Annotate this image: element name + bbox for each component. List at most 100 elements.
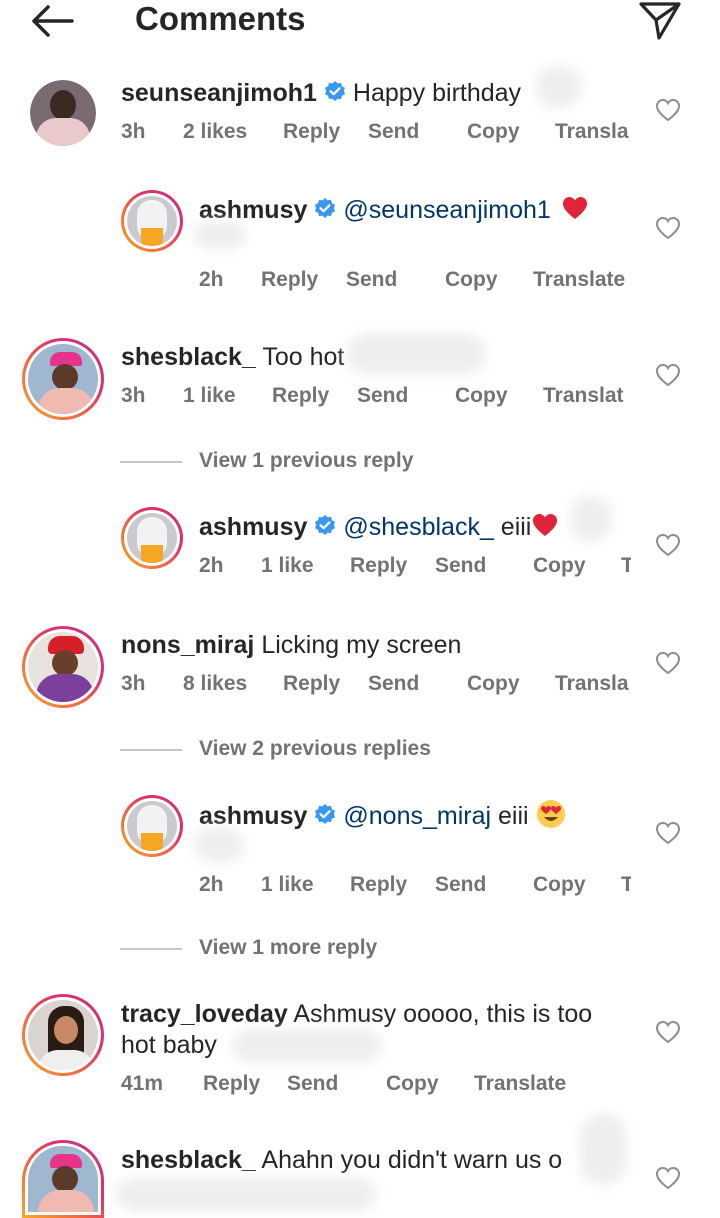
comment-meta: 3h 1 like Reply Send Copy Translat (121, 382, 631, 410)
reply-button[interactable]: Reply (203, 1070, 260, 1098)
mention-link[interactable]: @shesblack_ (343, 513, 493, 541)
likes-count[interactable]: 8 likes (183, 670, 247, 698)
heart-outline-icon[interactable] (655, 216, 681, 240)
verified-badge-icon (315, 515, 336, 535)
comment-username[interactable]: ashmusy (199, 196, 307, 224)
send-link[interactable]: Send (357, 382, 408, 410)
heart-outline-icon[interactable] (655, 1166, 681, 1190)
heart-outline-icon[interactable] (655, 533, 681, 557)
avatar[interactable] (22, 338, 104, 420)
translate-link[interactable]: T (621, 871, 631, 899)
divider-line (120, 749, 182, 751)
comment-text: Happy birthday (352, 79, 522, 107)
view-replies-button[interactable]: View 2 previous replies (120, 735, 520, 763)
verified-badge-icon (315, 198, 336, 218)
send-link[interactable]: Send (435, 552, 486, 580)
heart-eyes-emoji-icon (536, 800, 565, 828)
avatar[interactable] (30, 80, 96, 146)
translate-link[interactable]: Transla (555, 670, 629, 698)
view-replies-label: View 1 more reply (199, 936, 378, 959)
comment-time: 2h (199, 554, 224, 577)
comment-username[interactable]: tracy_loveday (121, 1000, 288, 1028)
comment-text-continued: hot baby (121, 1031, 217, 1059)
reply-button[interactable]: Reply (350, 552, 407, 580)
reply-button[interactable]: Reply (350, 871, 407, 899)
translate-link[interactable]: Translat (543, 382, 624, 410)
copy-link[interactable]: Copy (533, 552, 586, 580)
translate-link[interactable]: Translate (474, 1070, 566, 1098)
comment-meta: 2h 1 like Reply Send Copy T (199, 552, 631, 580)
copy-link[interactable]: Copy (386, 1070, 439, 1098)
comment-time: 3h (121, 384, 146, 407)
copy-link[interactable]: Copy (455, 382, 508, 410)
avatar[interactable] (121, 795, 183, 857)
comment-username[interactable]: shesblack_ (121, 343, 256, 371)
comment-time: 2h (199, 268, 224, 291)
comment-time: 41m (121, 1072, 164, 1095)
view-replies-button[interactable]: View 1 previous reply (120, 447, 520, 475)
verified-badge-icon (324, 81, 345, 101)
arrow-left-icon (32, 5, 74, 37)
copy-link[interactable]: Copy (467, 670, 520, 698)
back-button[interactable] (28, 4, 78, 38)
mention-link[interactable]: @seunseanjimoh1 (343, 196, 550, 224)
comment-time: 2h (199, 873, 224, 896)
comment-time: 3h (121, 120, 146, 143)
reply-button[interactable]: Reply (272, 382, 329, 410)
likes-count[interactable]: 1 like (261, 871, 314, 899)
comment-meta: 41m Reply Send Copy Translate (121, 1070, 591, 1098)
translate-link[interactable]: T (621, 552, 631, 580)
comment-time: 3h (121, 672, 146, 695)
divider-line (120, 461, 182, 463)
comment-meta: 2h 1 like Reply Send Copy T (199, 871, 631, 899)
avatar[interactable] (121, 507, 183, 569)
comment-username[interactable]: ashmusy (199, 802, 307, 830)
comment-username[interactable]: ashmusy (199, 513, 307, 541)
likes-count[interactable]: 2 likes (183, 118, 247, 146)
copy-link[interactable]: Copy (445, 266, 498, 294)
comment-text: eiii (498, 802, 529, 830)
translate-link[interactable]: Transla (555, 118, 629, 146)
view-replies-label: View 2 previous replies (199, 737, 431, 760)
view-replies-label: View 1 previous reply (199, 449, 414, 472)
send-link[interactable]: Send (368, 118, 419, 146)
reply-button[interactable]: Reply (261, 266, 318, 294)
avatar[interactable] (22, 1140, 104, 1218)
comment-username[interactable]: shesblack_ (121, 1146, 256, 1174)
likes-count[interactable]: 1 like (261, 552, 314, 580)
heart-outline-icon[interactable] (655, 651, 681, 675)
mention-link[interactable]: @nons_miraj (343, 802, 491, 830)
translate-link[interactable]: Translate (533, 266, 625, 294)
send-link[interactable]: Send (287, 1070, 338, 1098)
heart-outline-icon[interactable] (655, 363, 681, 387)
copy-link[interactable]: Copy (467, 118, 520, 146)
avatar[interactable] (22, 994, 104, 1076)
send-link[interactable]: Send (368, 670, 419, 698)
heart-outline-icon[interactable] (655, 1020, 681, 1044)
view-replies-button[interactable]: View 1 more reply (120, 934, 520, 962)
comment-meta: 3h 2 likes Reply Send Copy Transla (121, 118, 641, 146)
likes-count[interactable]: 1 like (183, 382, 236, 410)
direct-message-button[interactable] (636, 0, 684, 42)
page-title: Comments (135, 0, 306, 37)
comment-username[interactable]: nons_miraj (121, 631, 254, 659)
send-link[interactable]: Send (346, 266, 397, 294)
paper-plane-icon (639, 2, 681, 40)
comment-text: eiii (500, 513, 532, 541)
red-heart-emoji-icon (562, 197, 587, 219)
reply-button[interactable]: Reply (283, 118, 340, 146)
heart-outline-icon[interactable] (655, 821, 681, 845)
verified-badge-icon (315, 804, 336, 824)
avatar[interactable] (22, 626, 104, 708)
copy-link[interactable]: Copy (533, 871, 586, 899)
send-link[interactable]: Send (435, 871, 486, 899)
comment-username[interactable]: seunseanjimoh1 (121, 79, 317, 107)
red-heart-emoji-icon (533, 514, 558, 536)
comment-text: Licking my screen (261, 631, 462, 659)
comment-meta: 2h Reply Send Copy Translate (199, 266, 639, 294)
heart-outline-icon[interactable] (655, 98, 681, 122)
header-bar: Comments (0, 0, 720, 44)
comment-meta: 3h 8 likes Reply Send Copy Transla (121, 670, 641, 698)
avatar[interactable] (121, 190, 183, 252)
reply-button[interactable]: Reply (283, 670, 340, 698)
